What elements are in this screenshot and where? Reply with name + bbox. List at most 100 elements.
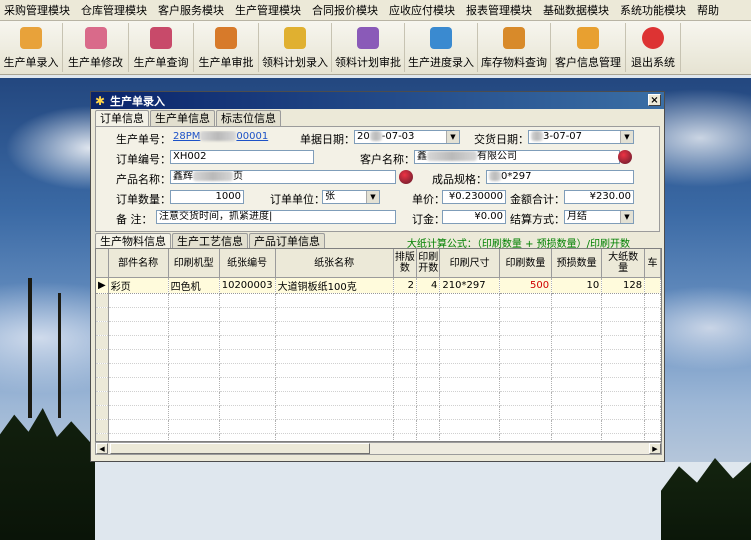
cell-print-qty[interactable]: 500 xyxy=(499,277,553,294)
tab-product-order-info[interactable]: 产品订单信息 xyxy=(249,233,325,249)
col-header[interactable]: 部件名称 xyxy=(108,249,169,278)
menu-basic-data[interactable]: 基础数据模块 xyxy=(539,2,613,18)
scroll-thumb[interactable] xyxy=(110,443,370,454)
progress-entry-button[interactable]: 生产进度录入 xyxy=(405,23,478,72)
customer-info-button[interactable]: 客户信息管理 xyxy=(551,23,626,72)
tree-trunk xyxy=(58,293,61,418)
cell-big-paper[interactable]: 128 xyxy=(601,277,646,294)
menu-contract[interactable]: 合同报价模块 xyxy=(308,2,382,18)
menu-help[interactable]: 帮助 xyxy=(693,2,723,18)
cell-part[interactable]: 彩页 xyxy=(108,277,169,294)
menu-customer-service[interactable]: 客户服务模块 xyxy=(154,2,228,18)
cell-waste[interactable]: 10 xyxy=(551,277,603,294)
table-row[interactable] xyxy=(96,433,661,441)
remark-field[interactable]: 注意交货时间，抓紧进度| xyxy=(156,210,396,224)
menu-production[interactable]: 生产管理模块 xyxy=(231,2,305,18)
cell-open[interactable]: 4 xyxy=(416,277,441,294)
menu-purchase[interactable]: 采购管理模块 xyxy=(0,2,74,18)
customer-label: 客户名称： xyxy=(360,153,415,166)
tab-process-info[interactable]: 生产工艺信息 xyxy=(172,233,248,249)
production-query-icon xyxy=(150,27,172,49)
top-tabs: 订单信息 生产单信息 标志位信息 xyxy=(95,110,282,127)
cell-size[interactable]: 210*297 xyxy=(439,277,500,294)
production-entry-button[interactable]: 生产单录入 xyxy=(0,23,63,72)
menu-warehouse[interactable]: 仓库管理模块 xyxy=(77,2,151,18)
product-field[interactable]: 鑫辉页 xyxy=(170,170,396,184)
cell-layout[interactable]: 2 xyxy=(393,277,418,294)
col-header[interactable]: 大纸数量 xyxy=(601,249,646,278)
price-field[interactable]: ¥0.230000 xyxy=(442,190,506,204)
unit-select[interactable]: 张 ▼ xyxy=(322,190,380,204)
spec-label: 成品规格： xyxy=(432,173,487,186)
window-star-icon: ✱ xyxy=(95,93,106,108)
inventory-query-button[interactable]: 库存物料查询 xyxy=(478,23,551,72)
exit-button[interactable]: 退出系统 xyxy=(626,23,681,72)
table-row[interactable] xyxy=(96,293,661,308)
product-label: 产品名称： xyxy=(116,173,171,186)
col-header[interactable]: 排版数 xyxy=(393,249,418,278)
table-row[interactable] xyxy=(96,377,661,392)
spec-field[interactable]: 0*297 xyxy=(486,170,634,184)
col-header[interactable]: 预损数量 xyxy=(551,249,603,278)
close-button[interactable]: × xyxy=(648,94,661,106)
doc-date-field[interactable]: 20 -07-03 ▼ xyxy=(354,130,460,144)
tab-production-info[interactable]: 生产单信息 xyxy=(150,110,215,126)
cell-paper-name[interactable]: 大道铜板纸100克 xyxy=(275,277,394,294)
customer-field[interactable]: 鑫有限公司 xyxy=(414,150,620,164)
material-plan-icon xyxy=(284,27,306,49)
col-header[interactable]: 印刷机型 xyxy=(168,249,220,278)
settle-select[interactable]: 月结 ▼ xyxy=(564,210,634,224)
cell-paper-no[interactable]: 10200003 xyxy=(219,277,276,294)
tab-order-info[interactable]: 订单信息 xyxy=(95,110,149,127)
col-header[interactable]: 印刷开数 xyxy=(416,249,441,278)
table-row[interactable] xyxy=(96,321,661,336)
production-edit-icon xyxy=(84,27,107,49)
tab-flag-info[interactable]: 标志位信息 xyxy=(216,110,281,126)
table-row[interactable]: ▶ 彩页 四色机 10200003 大道铜板纸100克 2 4 210*297 … xyxy=(96,277,661,294)
material-plan-button[interactable]: 领料计划录入 xyxy=(259,23,332,72)
customer-lookup-icon[interactable] xyxy=(618,150,632,164)
quantity-label: 订单数量： xyxy=(116,193,171,206)
order-no-label: 订单编号： xyxy=(116,153,171,166)
table-row[interactable] xyxy=(96,363,661,378)
col-header[interactable]: 纸张名称 xyxy=(275,249,394,278)
table-row[interactable] xyxy=(96,335,661,350)
menu-system[interactable]: 系统功能模块 xyxy=(616,2,690,18)
row-pointer-icon: ▶ xyxy=(96,277,109,294)
product-lookup-icon[interactable] xyxy=(399,170,413,184)
grid-header-row: 部件名称 印刷机型 纸张编号 纸张名称 排版数 印刷开数 印刷尺寸 印刷数量 预… xyxy=(96,249,661,278)
material-approve-button[interactable]: 领料计划审批 xyxy=(332,23,405,72)
table-row[interactable] xyxy=(96,307,661,322)
menu-receivable[interactable]: 应收应付模块 xyxy=(385,2,459,18)
table-row[interactable] xyxy=(96,349,661,364)
order-no-field[interactable]: XH002 xyxy=(170,150,314,164)
production-approve-button[interactable]: 生产单审批 xyxy=(194,23,259,72)
horizontal-scrollbar[interactable]: ◀ ▶ xyxy=(95,442,662,455)
delivery-date-field[interactable]: 3-07-07 ▼ xyxy=(528,130,634,144)
menu-reports[interactable]: 报表管理模块 xyxy=(462,2,536,18)
customer-info-icon xyxy=(577,27,599,49)
scroll-left-icon[interactable]: ◀ xyxy=(96,443,108,454)
total-field[interactable]: ¥230.00 xyxy=(564,190,634,204)
table-row[interactable] xyxy=(96,405,661,420)
prod-no-field[interactable]: 28PM 00001 xyxy=(170,130,288,144)
doc-date-label: 单据日期： xyxy=(300,133,355,146)
col-header[interactable]: 印刷尺寸 xyxy=(439,249,500,278)
cell-extra[interactable] xyxy=(644,277,661,294)
toolbar: 生产单录入 生产单修改 生产单查询 生产单审批 领料计划录入 领料计划审批 生产… xyxy=(0,21,751,75)
production-query-button[interactable]: 生产单查询 xyxy=(129,23,194,72)
table-row[interactable] xyxy=(96,419,661,434)
material-approve-icon xyxy=(357,27,379,49)
deposit-label: 订金： xyxy=(412,213,445,226)
col-header[interactable]: 印刷数量 xyxy=(499,249,553,278)
col-header[interactable]: 纸张编号 xyxy=(219,249,276,278)
production-edit-button[interactable]: 生产单修改 xyxy=(63,23,129,72)
quantity-field[interactable]: 1000 xyxy=(170,190,244,204)
col-header[interactable]: 车 xyxy=(644,249,661,278)
material-grid: 部件名称 印刷机型 纸张编号 纸张名称 排版数 印刷开数 印刷尺寸 印刷数量 预… xyxy=(95,248,662,442)
deposit-field[interactable]: ¥0.00 xyxy=(442,210,506,224)
table-row[interactable] xyxy=(96,391,661,406)
cell-machine[interactable]: 四色机 xyxy=(168,277,220,294)
scroll-right-icon[interactable]: ▶ xyxy=(649,443,661,454)
toolbar-label: 生产单审批 xyxy=(198,56,254,69)
